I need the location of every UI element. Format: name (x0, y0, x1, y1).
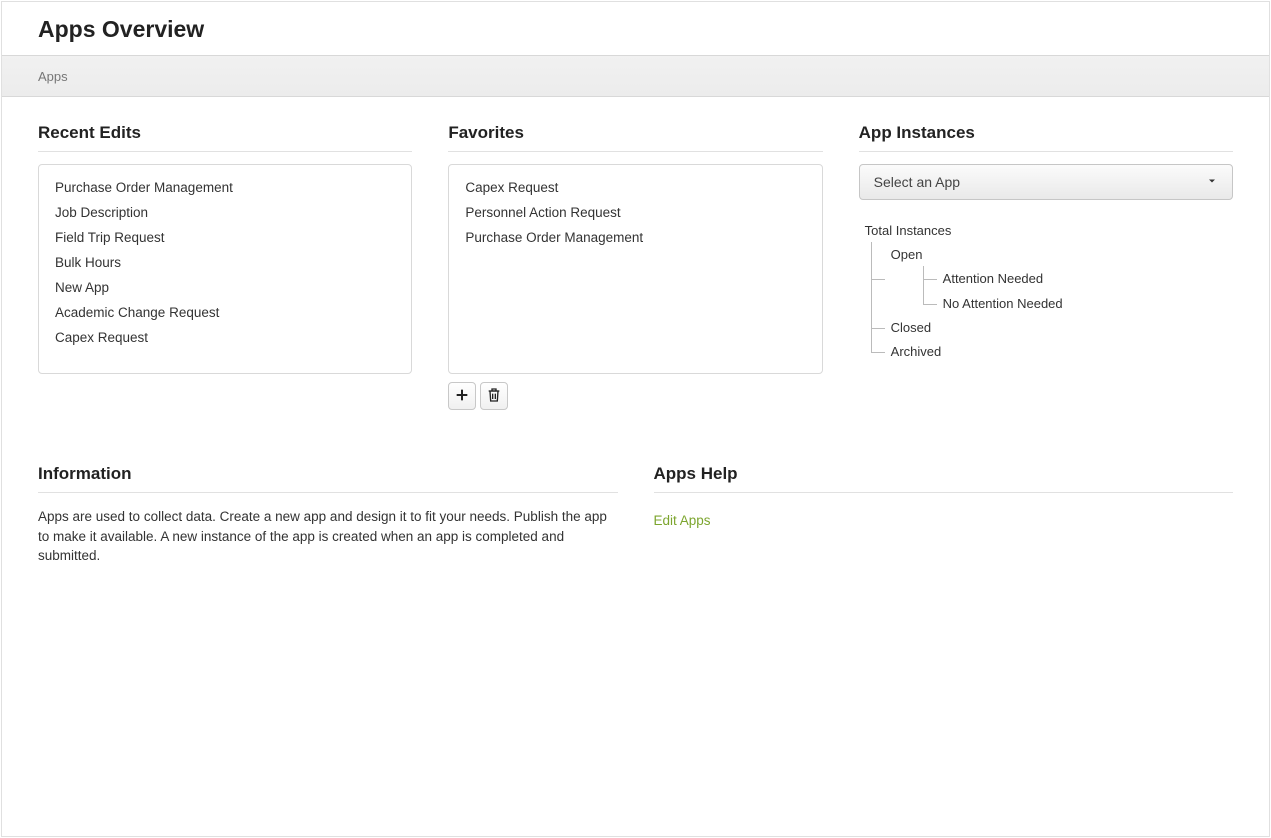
tree-node-open[interactable]: Open Attention Needed No Attention Neede… (865, 246, 1233, 313)
tree-node-no-attention-needed[interactable]: No Attention Needed (917, 295, 1233, 313)
list-item[interactable]: Field Trip Request (55, 225, 395, 250)
trash-icon (486, 387, 502, 406)
list-item[interactable]: Bulk Hours (55, 250, 395, 275)
list-item[interactable]: Purchase Order Management (465, 225, 805, 250)
list-item[interactable]: Purchase Order Management (55, 175, 395, 200)
tree-node-label: Open (891, 247, 923, 262)
breadcrumb-apps[interactable]: Apps (38, 69, 68, 84)
list-item[interactable]: Job Description (55, 200, 395, 225)
list-item[interactable]: New App (55, 275, 395, 300)
instances-tree: Total Instances Open Attention Needed No… (859, 222, 1233, 361)
recent-edits-title: Recent Edits (38, 123, 412, 152)
app-instances-section: App Instances Select an App Total Instan… (859, 123, 1233, 410)
page-container: Apps Overview Apps Recent Edits Purchase… (1, 1, 1270, 837)
list-item[interactable]: Personnel Action Request (465, 200, 805, 225)
favorites-actions (448, 382, 822, 410)
recent-edits-section: Recent Edits Purchase Order Management J… (38, 123, 412, 410)
information-title: Information (38, 464, 618, 493)
list-item[interactable]: Capex Request (55, 325, 395, 350)
list-item[interactable]: Capex Request (465, 175, 805, 200)
recent-edits-listbox[interactable]: Purchase Order Management Job Descriptio… (38, 164, 412, 374)
delete-favorite-button[interactable] (480, 382, 508, 410)
tree-node-archived[interactable]: Archived (865, 343, 1233, 361)
page-title: Apps Overview (38, 16, 1233, 43)
tree-root[interactable]: Total Instances (865, 222, 1233, 240)
apps-help-section: Apps Help Edit Apps (654, 464, 1234, 566)
plus-icon (454, 387, 470, 406)
breadcrumb-bar: Apps (2, 55, 1269, 97)
lower-columns: Information Apps are used to collect dat… (38, 464, 1233, 566)
top-columns: Recent Edits Purchase Order Management J… (38, 123, 1233, 410)
favorites-listbox[interactable]: Capex Request Personnel Action Request P… (448, 164, 822, 374)
caret-down-icon (1206, 174, 1218, 190)
content-area: Recent Edits Purchase Order Management J… (2, 97, 1269, 592)
apps-help-title: Apps Help (654, 464, 1234, 493)
select-app-label: Select an App (874, 174, 960, 190)
edit-apps-link[interactable]: Edit Apps (654, 513, 711, 528)
favorites-title: Favorites (448, 123, 822, 152)
select-app-dropdown[interactable]: Select an App (859, 164, 1233, 200)
tree-node-attention-needed[interactable]: Attention Needed (917, 270, 1233, 288)
add-favorite-button[interactable] (448, 382, 476, 410)
list-item[interactable]: Academic Change Request (55, 300, 395, 325)
page-header: Apps Overview (2, 2, 1269, 55)
favorites-section: Favorites Capex Request Personnel Action… (448, 123, 822, 410)
app-instances-title: App Instances (859, 123, 1233, 152)
tree-node-closed[interactable]: Closed (865, 319, 1233, 337)
information-body: Apps are used to collect data. Create a … (38, 507, 618, 566)
information-section: Information Apps are used to collect dat… (38, 464, 618, 566)
